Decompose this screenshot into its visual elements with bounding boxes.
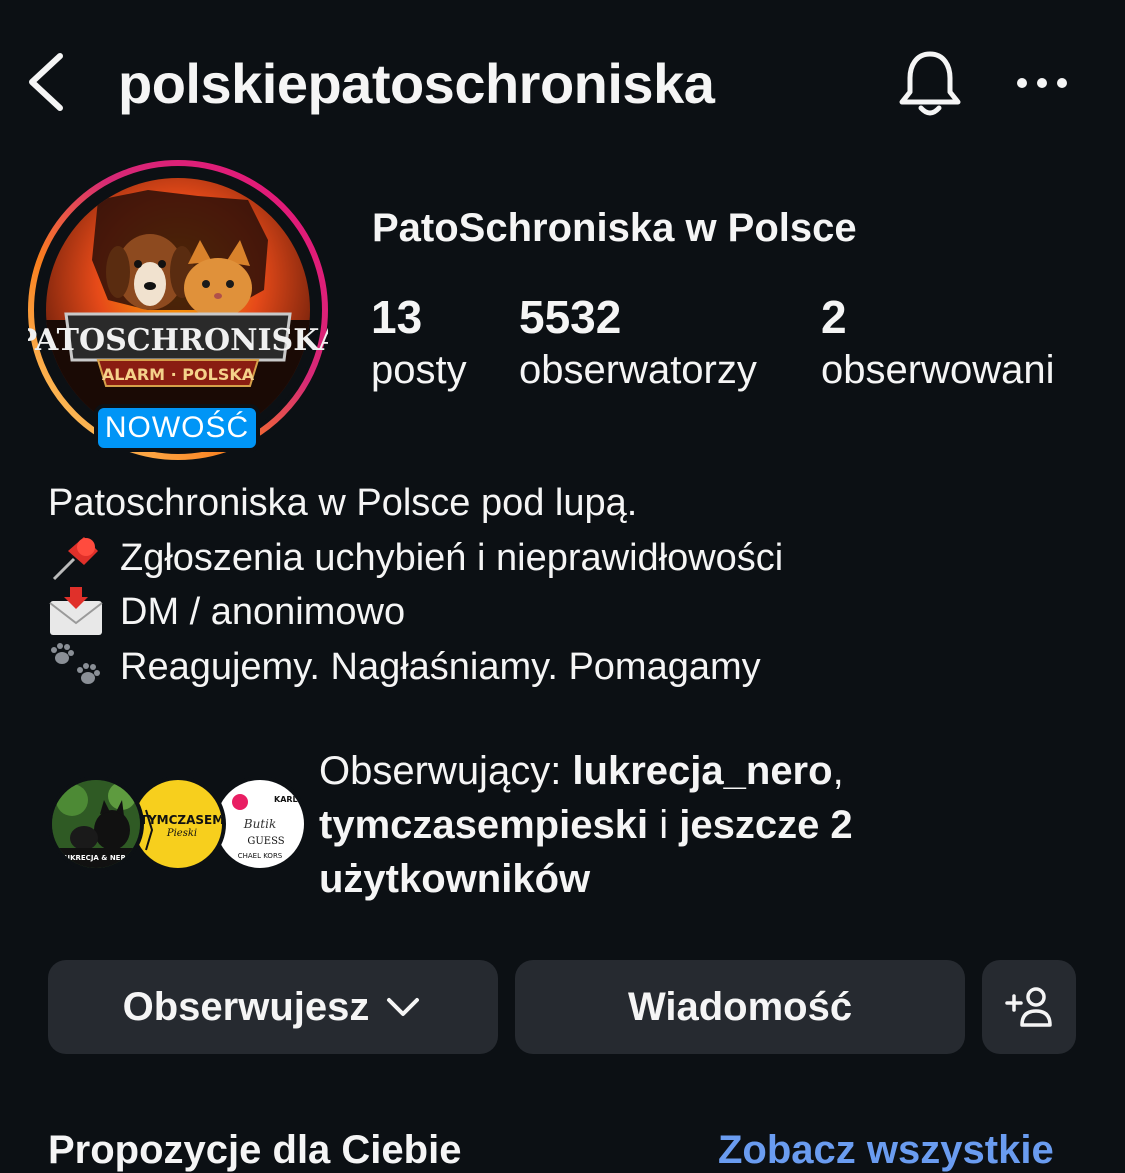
message-button-label: Wiadomość: [627, 984, 853, 1029]
bell-icon[interactable]: [896, 48, 964, 120]
following-button[interactable]: Obserwujesz: [48, 960, 498, 1054]
envelope-arrow-icon: [48, 587, 106, 637]
message-button[interactable]: Wiadomość: [515, 960, 965, 1054]
followed-by-text[interactable]: Obserwujący: lukrecja_nero, tymczasempie…: [319, 744, 1079, 906]
more-options-icon[interactable]: [1012, 60, 1072, 106]
avatar-logo-text: PATOSCHRONISKA: [28, 323, 328, 358]
pushpin-icon: [48, 533, 106, 583]
paw-prints-icon: [48, 642, 106, 692]
bio-line-1: Patoschroniska w Polsce pod lupą.: [48, 482, 638, 524]
followed-by-prefix: Obserwujący:: [319, 749, 573, 793]
bio-line-3: DM / anonimowo: [120, 591, 406, 633]
suggestions-title: Propozycje dla Ciebie: [48, 1128, 462, 1172]
add-user-button[interactable]: [982, 960, 1076, 1054]
chevron-down-icon: [387, 998, 420, 1016]
avatar3-karl-text: KARL: [274, 795, 298, 804]
followed-by-separator: ,: [832, 749, 844, 793]
see-all-link[interactable]: Zobacz wszystkie: [718, 1128, 1054, 1173]
stat-followers-label: obserwatorzy: [519, 348, 757, 392]
stat-following-value: 2: [821, 291, 847, 343]
avatar2-sub-text: Pieski: [166, 828, 197, 839]
follower-avatar-2[interactable]: TYMCZASEM Pieski: [130, 776, 226, 872]
avatar2-title-text: TYMCZASEM: [140, 813, 222, 827]
stat-posts-label: posty: [371, 348, 467, 392]
follower-avatar-1[interactable]: LUKRECJA & NERO: [48, 776, 144, 872]
bio-line-2: Zgłoszenia uchybień i nieprawidłowości: [120, 536, 784, 579]
stat-posts-value: 13: [371, 291, 423, 343]
profile-bio: Patoschroniska w Polsce pod lupą. Zgłosz…: [48, 476, 783, 694]
new-badge: NOWOŚĆ: [94, 404, 260, 452]
avatar1-text: LUKRECJA & NERO: [60, 854, 132, 862]
stat-following[interactable]: 2 obserwowani: [821, 290, 1054, 396]
follower-avatar-3[interactable]: KARL Butik GUESS CHAEL KORS: [212, 776, 308, 872]
stat-followers[interactable]: 5532 obserwatorzy: [519, 290, 757, 396]
following-button-label: Obserwujesz: [122, 984, 370, 1029]
add-user-icon: [1005, 987, 1052, 1027]
stat-posts[interactable]: 13 posty: [371, 290, 467, 396]
followed-by-user-1[interactable]: lukrecja_nero: [572, 749, 832, 793]
avatar3-butik-text: Butik: [243, 817, 276, 831]
back-chevron-icon[interactable]: [22, 50, 72, 114]
avatar3-guess-text: GUESS: [247, 836, 284, 847]
profile-username: polskiepatoschroniska: [118, 52, 715, 115]
avatar3-kors-text: CHAEL KORS: [238, 852, 283, 860]
display-name: PatoSchroniska w Polsce: [372, 206, 857, 250]
bio-line-4: Reagujemy. Nagłaśniamy. Pomagamy: [120, 645, 761, 688]
followed-by-middle: i: [648, 803, 680, 847]
stat-followers-value: 5532: [519, 291, 622, 343]
avatar-logo-subtext: ALARM · POLSKA: [102, 365, 255, 384]
stat-following-label: obserwowani: [821, 348, 1055, 392]
followed-by-user-2[interactable]: tymczasempieski: [319, 803, 648, 847]
